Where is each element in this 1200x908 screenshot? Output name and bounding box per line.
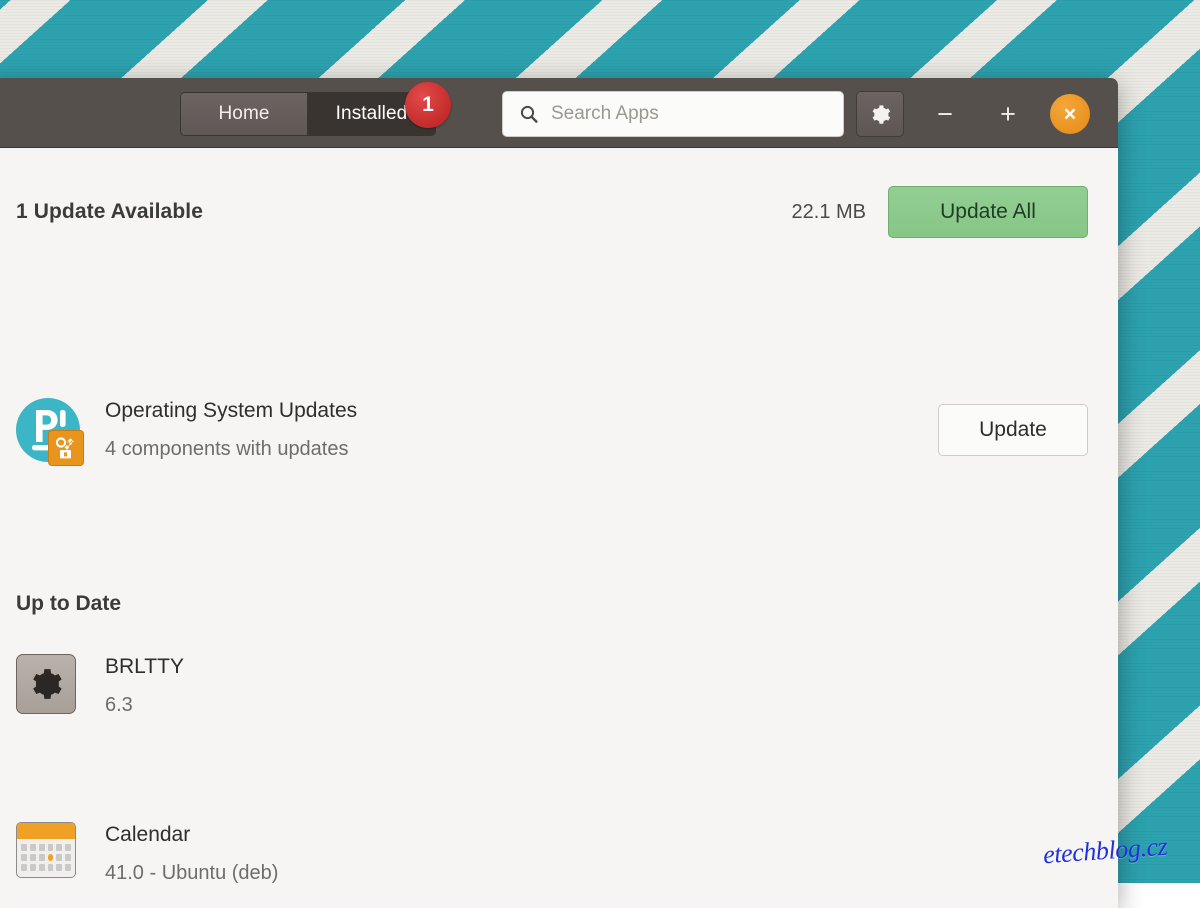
- view-switcher-tabs: Home Installed: [180, 92, 436, 136]
- tab-installed-label: Installed: [336, 103, 408, 125]
- installed-view-content: 1 Update Available 22.1 MB Update All: [0, 148, 1118, 908]
- updates-header: 1 Update Available 22.1 MB Update All: [16, 186, 1088, 238]
- page-title: 1 Update Available: [16, 200, 203, 224]
- pop-shop-window: Home Installed −: [0, 78, 1118, 908]
- gear-tile-icon: [16, 654, 80, 718]
- updates-badge-icon: [48, 430, 84, 466]
- gear-icon: [870, 104, 891, 125]
- total-update-size: 22.1 MB: [792, 201, 866, 224]
- app-name: BRLTTY: [105, 654, 184, 680]
- app-subtitle: 4 components with updates: [105, 437, 357, 462]
- settings-button[interactable]: [856, 91, 904, 137]
- search-icon: [519, 104, 539, 124]
- app-name: Operating System Updates: [105, 398, 357, 424]
- os-updates-text: Operating System Updates 4 components wi…: [105, 398, 357, 462]
- minimize-button[interactable]: −: [922, 91, 968, 137]
- app-name: Calendar: [105, 822, 278, 848]
- minimize-icon: −: [937, 101, 953, 128]
- search-input[interactable]: [551, 103, 821, 125]
- window-headerbar: Home Installed −: [0, 78, 1118, 148]
- search-box[interactable]: [502, 91, 844, 137]
- badge-count: 1: [422, 93, 434, 117]
- close-button[interactable]: ×: [1050, 94, 1090, 134]
- section-heading-up-to-date: Up to Date: [16, 592, 121, 616]
- tab-home[interactable]: Home: [181, 93, 308, 135]
- list-item-os-updates[interactable]: Operating System Updates 4 components wi…: [16, 398, 1088, 462]
- close-icon: ×: [1064, 104, 1076, 125]
- calendar-text: Calendar 41.0 - Ubuntu (deb): [105, 822, 278, 886]
- update-all-button[interactable]: Update All: [888, 186, 1088, 238]
- update-button[interactable]: Update: [938, 404, 1088, 456]
- app-subtitle: 6.3: [105, 693, 184, 718]
- pop-os-updates-icon: [16, 398, 80, 462]
- calendar-icon: [16, 822, 80, 886]
- installed-updates-badge: 1: [405, 82, 451, 128]
- brltty-text: BRLTTY 6.3: [105, 654, 184, 718]
- maximize-icon: +: [1000, 101, 1016, 128]
- tab-home-label: Home: [218, 103, 269, 125]
- maximize-button[interactable]: +: [985, 91, 1031, 137]
- list-item-brltty[interactable]: BRLTTY 6.3: [16, 654, 1088, 718]
- list-item-calendar[interactable]: Calendar 41.0 - Ubuntu (deb): [16, 822, 1088, 886]
